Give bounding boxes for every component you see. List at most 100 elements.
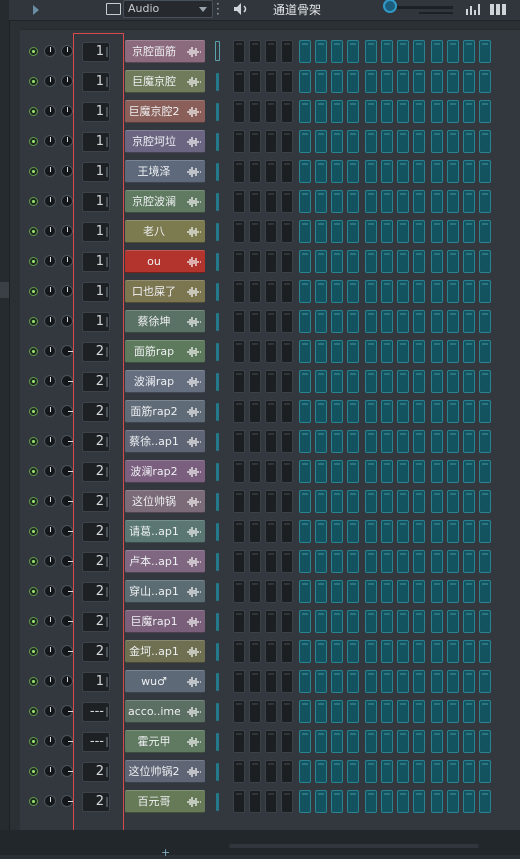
step-button[interactable] — [233, 760, 245, 783]
mixer-track-selector[interactable]: 2 — [82, 792, 110, 812]
step-button[interactable] — [463, 280, 475, 303]
step-button[interactable] — [431, 160, 443, 183]
step-button[interactable] — [365, 250, 377, 273]
channel-name-button[interactable]: 老八 — [125, 220, 205, 243]
step-button[interactable] — [447, 610, 459, 633]
step-button[interactable] — [265, 280, 277, 303]
step-button[interactable] — [249, 700, 261, 723]
step-button[interactable] — [447, 640, 459, 663]
step-button[interactable] — [463, 40, 475, 63]
step-button[interactable] — [397, 520, 409, 543]
step-button[interactable] — [365, 730, 377, 753]
step-button[interactable] — [431, 730, 443, 753]
channel-name-button[interactable]: 百元哥 — [125, 790, 205, 813]
step-button[interactable] — [447, 790, 459, 813]
step-button[interactable] — [479, 790, 491, 813]
step-button[interactable] — [397, 550, 409, 573]
step-button[interactable] — [463, 220, 475, 243]
channel-pan-knob[interactable] — [61, 705, 73, 717]
step-button[interactable] — [281, 460, 293, 483]
step-button[interactable] — [397, 490, 409, 513]
steps-scroll-bar[interactable] — [216, 133, 219, 151]
steps-scroll-bar[interactable] — [216, 553, 219, 571]
step-button[interactable] — [431, 640, 443, 663]
channel-mute-led[interactable] — [29, 497, 38, 506]
step-button[interactable] — [413, 700, 425, 723]
step-button[interactable] — [365, 610, 377, 633]
step-button[interactable] — [447, 430, 459, 453]
step-button[interactable] — [479, 190, 491, 213]
step-button[interactable] — [447, 220, 459, 243]
step-button[interactable] — [463, 70, 475, 93]
step-button[interactable] — [381, 310, 393, 333]
step-button[interactable] — [463, 460, 475, 483]
step-button[interactable] — [315, 40, 327, 63]
step-button[interactable] — [397, 430, 409, 453]
channel-name-button[interactable]: 京腔面筋 — [125, 40, 205, 63]
step-button[interactable] — [315, 490, 327, 513]
step-button[interactable] — [331, 40, 343, 63]
step-button[interactable] — [331, 550, 343, 573]
step-button[interactable] — [381, 370, 393, 393]
channel-volume-knob[interactable] — [44, 315, 56, 327]
step-button[interactable] — [265, 220, 277, 243]
step-button[interactable] — [365, 100, 377, 123]
step-button[interactable] — [479, 580, 491, 603]
step-button[interactable] — [479, 220, 491, 243]
step-button[interactable] — [397, 730, 409, 753]
step-button[interactable] — [249, 40, 261, 63]
step-button[interactable] — [315, 400, 327, 423]
step-button[interactable] — [331, 460, 343, 483]
channel-name-button[interactable]: 面筋rap — [125, 340, 205, 363]
channel-mute-led[interactable] — [29, 467, 38, 476]
step-button[interactable] — [397, 280, 409, 303]
step-button[interactable] — [233, 490, 245, 513]
channel-mute-led[interactable] — [29, 227, 38, 236]
step-button[interactable] — [299, 550, 311, 573]
step-button[interactable] — [281, 700, 293, 723]
step-button[interactable] — [463, 310, 475, 333]
channel-name-button[interactable]: 穿山..ap1 — [125, 580, 205, 603]
channel-pan-knob[interactable] — [61, 345, 73, 357]
step-button[interactable] — [413, 310, 425, 333]
step-button[interactable] — [479, 550, 491, 573]
channel-volume-knob[interactable] — [44, 45, 56, 57]
step-button[interactable] — [331, 760, 343, 783]
step-button[interactable] — [265, 370, 277, 393]
channel-mute-led[interactable] — [29, 707, 38, 716]
step-button[interactable] — [249, 280, 261, 303]
step-button[interactable] — [331, 370, 343, 393]
step-button[interactable] — [381, 700, 393, 723]
channel-volume-knob[interactable] — [44, 675, 56, 687]
channel-pan-knob[interactable] — [61, 735, 73, 747]
step-button[interactable] — [233, 670, 245, 693]
step-button[interactable] — [397, 610, 409, 633]
channel-name-button[interactable]: 京腔波澜 — [125, 190, 205, 213]
step-button[interactable] — [315, 640, 327, 663]
step-button[interactable] — [463, 130, 475, 153]
channel-pan-knob[interactable] — [61, 465, 73, 477]
step-button[interactable] — [463, 190, 475, 213]
mixer-track-selector[interactable]: 2 — [82, 522, 110, 542]
step-button[interactable] — [381, 520, 393, 543]
step-button[interactable] — [381, 130, 393, 153]
step-button[interactable] — [347, 310, 359, 333]
mixer-track-selector[interactable]: 2 — [82, 372, 110, 392]
step-button[interactable] — [299, 490, 311, 513]
channel-mute-led[interactable] — [29, 617, 38, 626]
step-button[interactable] — [381, 640, 393, 663]
steps-scroll-bar[interactable] — [216, 163, 219, 181]
step-button[interactable] — [299, 730, 311, 753]
step-button[interactable] — [233, 130, 245, 153]
step-button[interactable] — [381, 760, 393, 783]
step-button[interactable] — [447, 160, 459, 183]
step-button[interactable] — [249, 430, 261, 453]
steps-scroll-bar[interactable] — [216, 373, 219, 391]
step-button[interactable] — [413, 490, 425, 513]
channel-mute-led[interactable] — [29, 377, 38, 386]
step-button[interactable] — [381, 100, 393, 123]
channel-mute-led[interactable] — [29, 257, 38, 266]
step-button[interactable] — [365, 550, 377, 573]
step-button[interactable] — [315, 100, 327, 123]
step-button[interactable] — [365, 190, 377, 213]
